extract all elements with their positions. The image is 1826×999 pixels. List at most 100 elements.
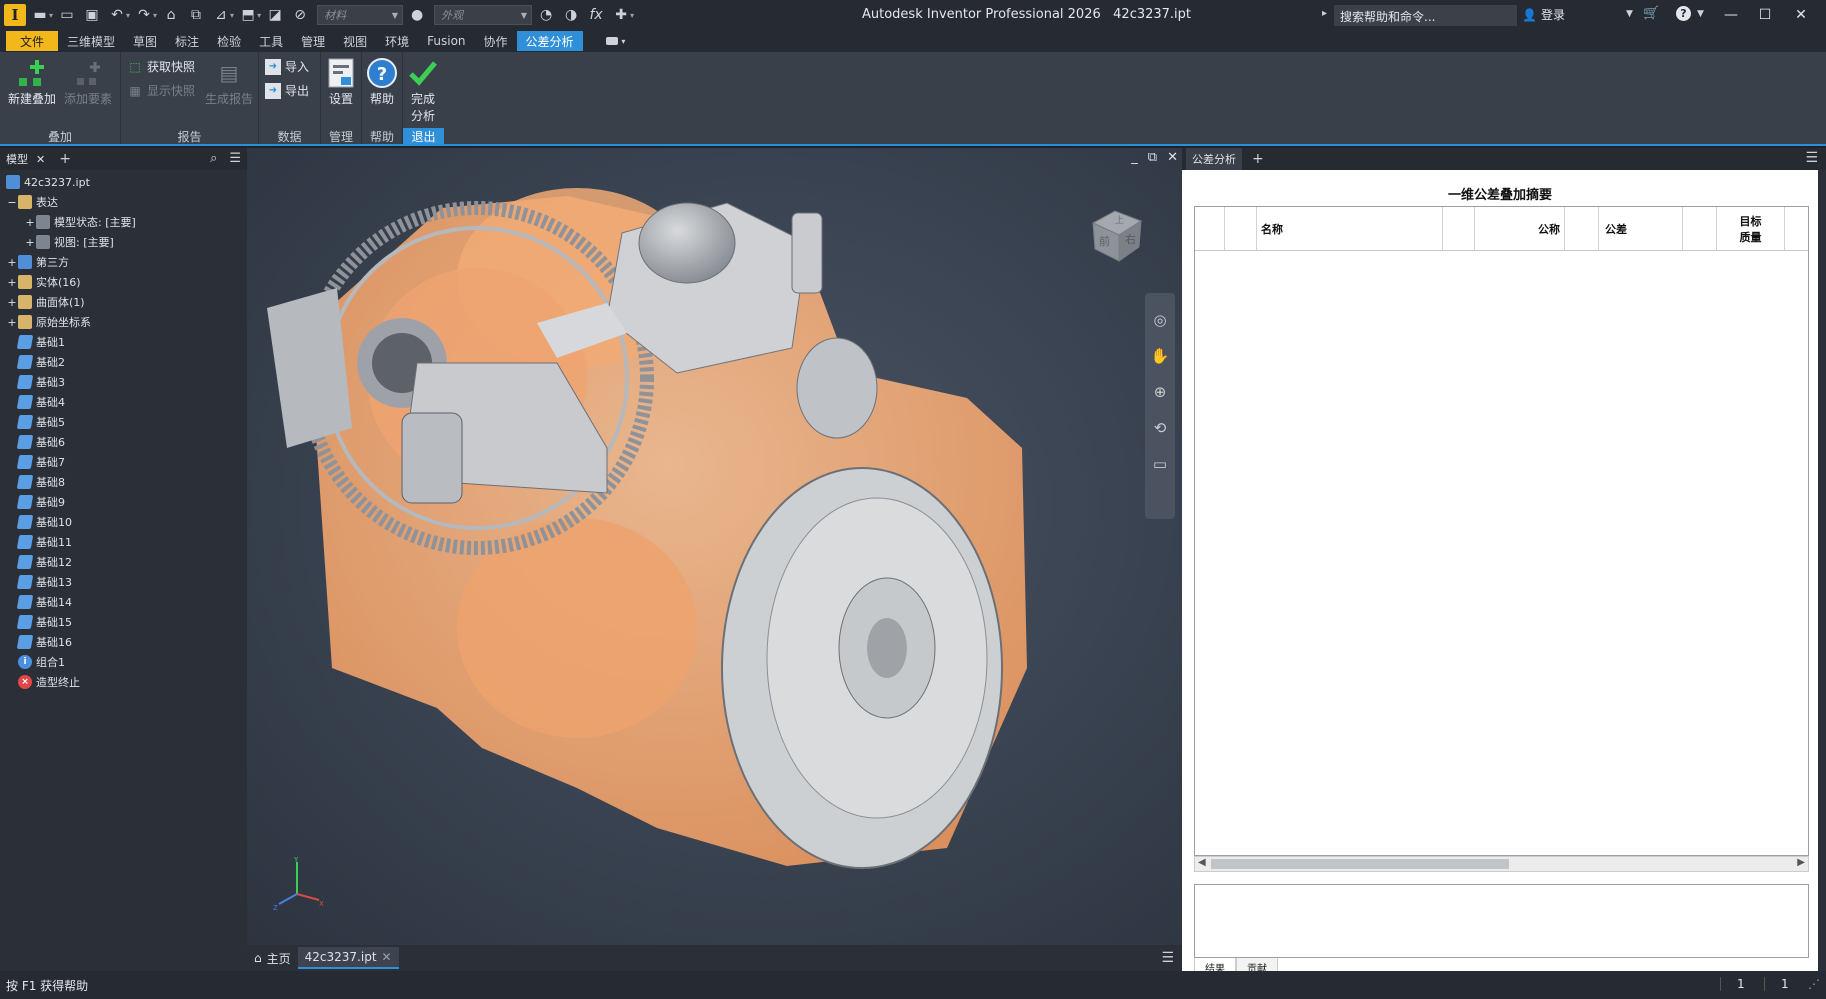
help-button[interactable]: ? 帮助 xyxy=(365,56,399,107)
expand-toggle-icon[interactable]: − xyxy=(6,196,18,209)
help-icon[interactable]: ? xyxy=(1676,6,1691,21)
redo-icon[interactable]: ↷ xyxy=(133,4,155,26)
tree-item[interactable]: 基础10 xyxy=(0,512,247,532)
new-caret-icon[interactable]: ▾ xyxy=(49,11,53,20)
tab-environments[interactable]: 环境 xyxy=(376,31,418,51)
close-icon[interactable]: ✕ xyxy=(36,153,45,166)
tab-fusion[interactable]: Fusion xyxy=(418,31,474,51)
ribbon-display-toggle[interactable]: ▾ xyxy=(597,31,635,51)
tab-collaborate[interactable]: 协作 xyxy=(475,31,517,51)
tabs-menu-icon[interactable]: ☰ xyxy=(1161,950,1174,966)
expand-toggle-icon[interactable]: + xyxy=(24,236,36,249)
finish-analysis-button[interactable]: 完成 分析 xyxy=(406,56,440,124)
tab-file[interactable]: 文件 xyxy=(6,31,59,51)
tab-inspect[interactable]: 检验 xyxy=(208,31,250,51)
tree-item[interactable]: 基础6 xyxy=(0,432,247,452)
viewcube-top-label[interactable]: 上 xyxy=(1115,213,1124,226)
close-button[interactable]: ✕ xyxy=(1786,3,1816,27)
home-icon[interactable]: ⌂ xyxy=(160,4,182,26)
local-update-icon[interactable]: ⧉ xyxy=(185,4,207,26)
scroll-thumb[interactable] xyxy=(1211,859,1509,869)
undo-icon[interactable]: ↶ xyxy=(106,4,128,26)
graphics-viewport[interactable]: _ ⧉ ✕ 前 右 上 ◎ ✋ ⊕ ⟲ ▭ Y X Z xyxy=(247,148,1182,945)
tab-manage[interactable]: 管理 xyxy=(292,31,334,51)
tree-item[interactable]: 基础5 xyxy=(0,412,247,432)
tree-item[interactable]: 基础13 xyxy=(0,572,247,592)
tree-item[interactable]: + 第三方 xyxy=(0,252,247,272)
tree-item[interactable]: 基础12 xyxy=(0,552,247,572)
tree-item[interactable]: + 视图: [主要] xyxy=(0,232,247,252)
settings-button[interactable]: 设置 xyxy=(324,56,358,107)
tree-item[interactable]: 基础7 xyxy=(0,452,247,472)
tree-item[interactable]: i 组合1 xyxy=(0,652,247,672)
save-icon[interactable]: ▣ xyxy=(81,4,103,26)
no-material-icon[interactable]: ⊘ xyxy=(289,4,311,26)
viewcube-right-label[interactable]: 右 xyxy=(1125,231,1136,247)
menu-icon[interactable]: ☰ xyxy=(1805,150,1818,166)
tree-item[interactable]: 基础14 xyxy=(0,592,247,612)
generate-report-button[interactable]: ▤ 生成报告 xyxy=(205,56,253,107)
orbit-icon[interactable]: ⟲ xyxy=(1149,417,1171,439)
open-folder-icon[interactable]: ▭ xyxy=(56,4,78,26)
close-icon[interactable]: ✕ xyxy=(382,950,392,964)
tree-root[interactable]: 42c3237.ipt xyxy=(0,172,247,192)
measure-icon[interactable]: ⊿ xyxy=(210,4,232,26)
clear-appearance-icon[interactable]: ◔ xyxy=(535,4,557,26)
tab-tolerance-analysis[interactable]: 公差分析 xyxy=(516,31,583,51)
tree-item[interactable]: + 模型状态: [主要] xyxy=(0,212,247,232)
maximize-button[interactable]: ☐ xyxy=(1750,3,1780,27)
expand-toggle-icon[interactable]: + xyxy=(6,276,18,289)
expand-toggle-icon[interactable]: + xyxy=(6,256,18,269)
export-button[interactable]: ➜ 导出 xyxy=(265,82,309,99)
zoom-icon[interactable]: ⊕ xyxy=(1149,381,1171,403)
select-caret-icon[interactable]: ▾ xyxy=(257,11,261,20)
engine-3d-model[interactable] xyxy=(247,148,1182,945)
tree-item[interactable]: 基础3 xyxy=(0,372,247,392)
select-icon[interactable]: ⬒ xyxy=(237,4,259,26)
inventor-logo-icon[interactable]: I xyxy=(4,4,26,26)
tree-item[interactable]: + 原始坐标系 xyxy=(0,312,247,332)
minimize-button[interactable]: — xyxy=(1716,3,1746,27)
undo-caret-icon[interactable]: ▾ xyxy=(126,11,130,20)
tab-sketch[interactable]: 草图 xyxy=(124,31,166,51)
properties-icon[interactable]: ◪ xyxy=(264,4,286,26)
expand-toggle-icon[interactable]: + xyxy=(24,216,36,229)
search-icon[interactable]: ⌕ xyxy=(210,151,217,166)
login-button[interactable]: 👤 登录 xyxy=(1522,6,1565,23)
tree-item[interactable]: 基础15 xyxy=(0,612,247,632)
tree-item[interactable]: 基础11 xyxy=(0,532,247,552)
material-combo[interactable]: 材料 ▼ xyxy=(317,5,404,25)
measure-caret-icon[interactable]: ▾ xyxy=(230,11,234,20)
login-caret-icon[interactable]: ▼ xyxy=(1626,9,1633,19)
fx-parameters-icon[interactable]: fx xyxy=(585,4,607,26)
expand-toggle-icon[interactable]: + xyxy=(6,316,18,329)
add-tab-icon[interactable]: + xyxy=(59,151,71,167)
header-target-quality[interactable]: 目标 质量 xyxy=(1717,207,1785,250)
customize-caret-icon[interactable]: ▾ xyxy=(630,11,634,20)
get-snapshot-button[interactable]: ⬚ 获取快照 xyxy=(127,58,195,75)
steering-wheel-icon[interactable]: ◎ xyxy=(1149,309,1171,331)
file-tab[interactable]: 42c3237.ipt ✕ xyxy=(297,947,399,969)
show-snapshot-button[interactable]: ▦ 显示快照 xyxy=(127,82,195,99)
tab-tolerance[interactable]: 公差分析 xyxy=(1186,148,1242,170)
home-tab[interactable]: ⌂ 主页 xyxy=(247,947,298,969)
adjust-icon[interactable]: ◑ xyxy=(560,4,582,26)
tree-item[interactable]: 基础4 xyxy=(0,392,247,412)
menu-icon[interactable]: ☰ xyxy=(229,151,241,166)
new-stack-button[interactable]: 新建叠加 xyxy=(8,56,56,107)
header-name[interactable]: 名称 xyxy=(1257,207,1443,250)
tree-item[interactable]: 基础2 xyxy=(0,352,247,372)
tree-item[interactable]: − 表达 xyxy=(0,192,247,212)
help-caret-icon[interactable]: ▼ xyxy=(1697,9,1704,19)
appearance-combo[interactable]: 外观 ▼ xyxy=(434,5,533,25)
add-feature-button[interactable]: 添加要素 xyxy=(64,56,112,107)
tree-item[interactable]: + 实体(16) xyxy=(0,272,247,292)
tree-item[interactable]: 基础9 xyxy=(0,492,247,512)
add-icon[interactable]: ✚ xyxy=(610,4,632,26)
appearance-sphere-icon[interactable]: ● xyxy=(406,4,428,26)
close-pane-icon[interactable]: ✕ xyxy=(1167,150,1178,165)
tree-item[interactable]: 基础8 xyxy=(0,472,247,492)
cart-icon[interactable]: 🛒 xyxy=(1643,6,1659,21)
new-file-icon[interactable]: ▬ xyxy=(29,4,51,26)
tab-view[interactable]: 视图 xyxy=(334,31,376,51)
